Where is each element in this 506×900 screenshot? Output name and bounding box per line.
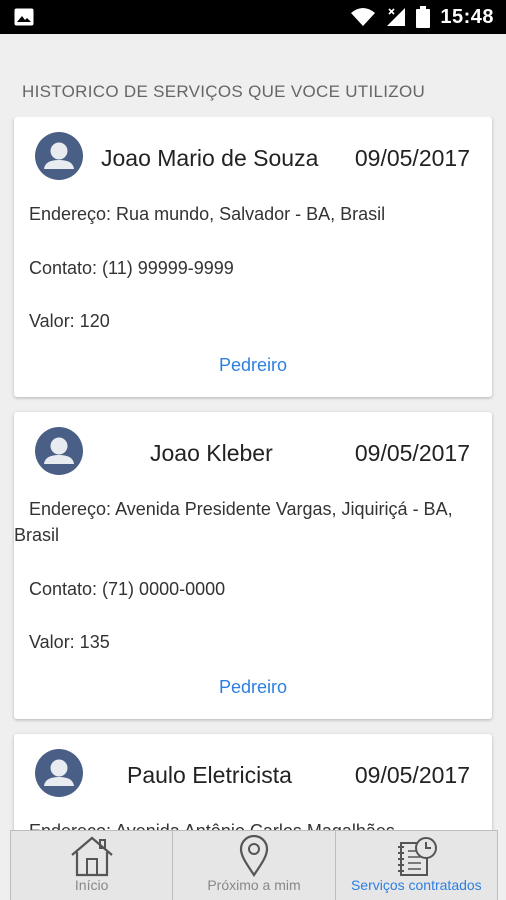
nav-label: Próximo a mim (207, 877, 301, 893)
provider-address: Endereço: Avenida Antônio Carlos Magalhã… (14, 818, 492, 830)
service-category-link[interactable]: Pedreiro (14, 355, 492, 376)
service-value: Valor: 120 (29, 311, 110, 331)
service-card[interactable]: Paulo Eletricista 09/05/2017 Endereço: A… (14, 734, 492, 830)
home-icon (70, 836, 113, 877)
service-date: 09/05/2017 (354, 762, 470, 788)
nav-inicio[interactable]: Início (10, 830, 174, 900)
bottom-navigation: Início Próximo a mim Serviços contratado… (10, 830, 498, 900)
status-time: 15:48 (440, 5, 494, 28)
service-card[interactable]: Joao Kleber 09/05/2017 Endereço: Avenida… (14, 412, 492, 719)
status-bar: 15:48 (0, 0, 506, 34)
provider-address: Endereço: Rua mundo, Salvador - BA, Bras… (29, 204, 386, 224)
map-pin-icon (239, 835, 269, 877)
avatar-icon (35, 427, 83, 475)
service-date: 09/05/2017 (354, 145, 470, 171)
signal-icon (387, 8, 406, 26)
wifi-icon (351, 8, 376, 26)
service-card[interactable]: Joao Mario de Souza 09/05/2017 Endereço:… (14, 117, 492, 397)
provider-address: Endereço: Avenida Presidente Vargas, Jiq… (14, 499, 453, 545)
section-title: HISTORICO DE SERVIÇOS QUE VOCE UTILIZOU (22, 82, 426, 101)
nav-label: Serviços contratados (350, 877, 482, 893)
provider-contact: Contato: (71) 0000-0000 (29, 579, 226, 599)
nav-proximo-a-mim[interactable]: Próximo a mim (173, 830, 336, 900)
service-value: Valor: 135 (29, 632, 110, 652)
avatar-icon (35, 132, 83, 180)
service-category-link[interactable]: Pedreiro (14, 677, 492, 698)
nav-servicos-contratados[interactable]: Serviços contratados (335, 830, 498, 900)
service-history-list[interactable]: Joao Mario de Souza 09/05/2017 Endereço:… (0, 117, 506, 830)
provider-name: Joao Kleber (150, 440, 273, 466)
notebook-clock-icon (398, 837, 438, 876)
nav-label: Início (74, 877, 109, 893)
avatar-icon (35, 749, 83, 797)
service-date: 09/05/2017 (354, 440, 470, 466)
provider-name: Paulo Eletricista (127, 762, 292, 788)
provider-name: Joao Mario de Souza (101, 145, 319, 171)
gallery-icon (14, 8, 34, 26)
provider-contact: Contato: (11) 99999-9999 (29, 258, 234, 278)
battery-icon (416, 6, 431, 28)
